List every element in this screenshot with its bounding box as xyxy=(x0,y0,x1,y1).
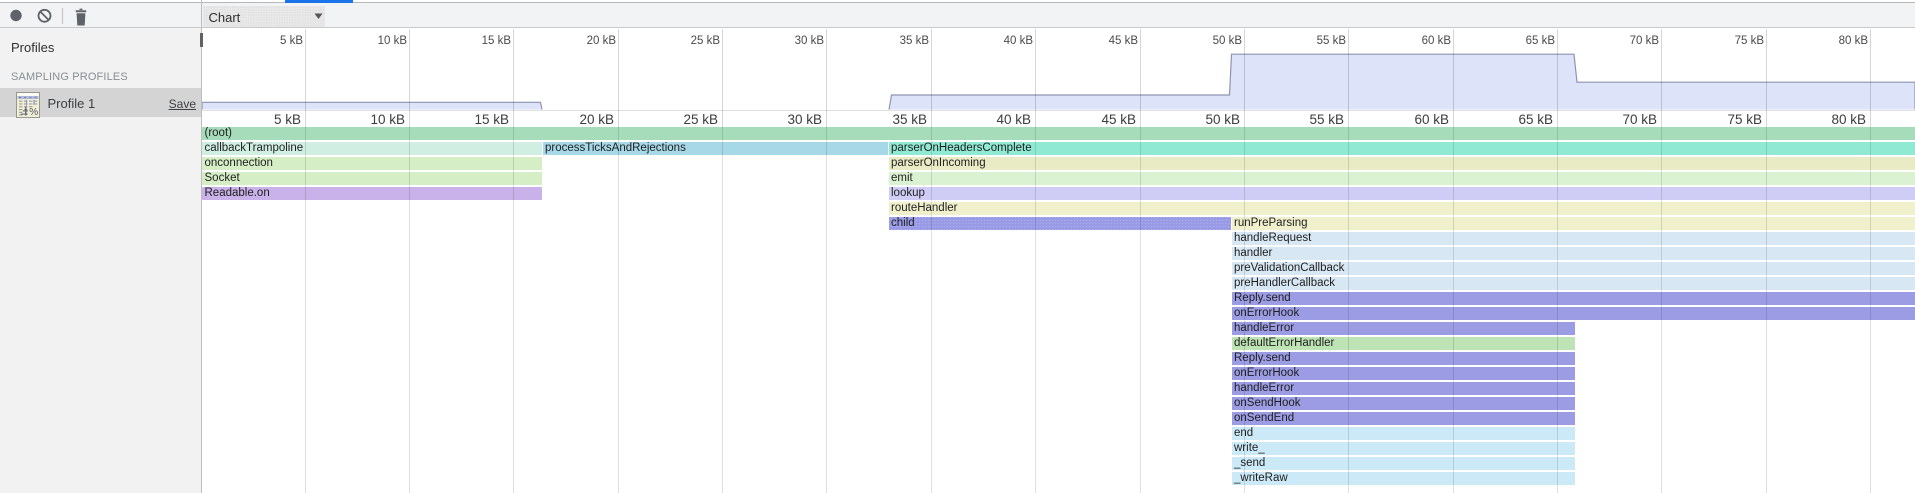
svg-text:%: % xyxy=(29,107,38,118)
